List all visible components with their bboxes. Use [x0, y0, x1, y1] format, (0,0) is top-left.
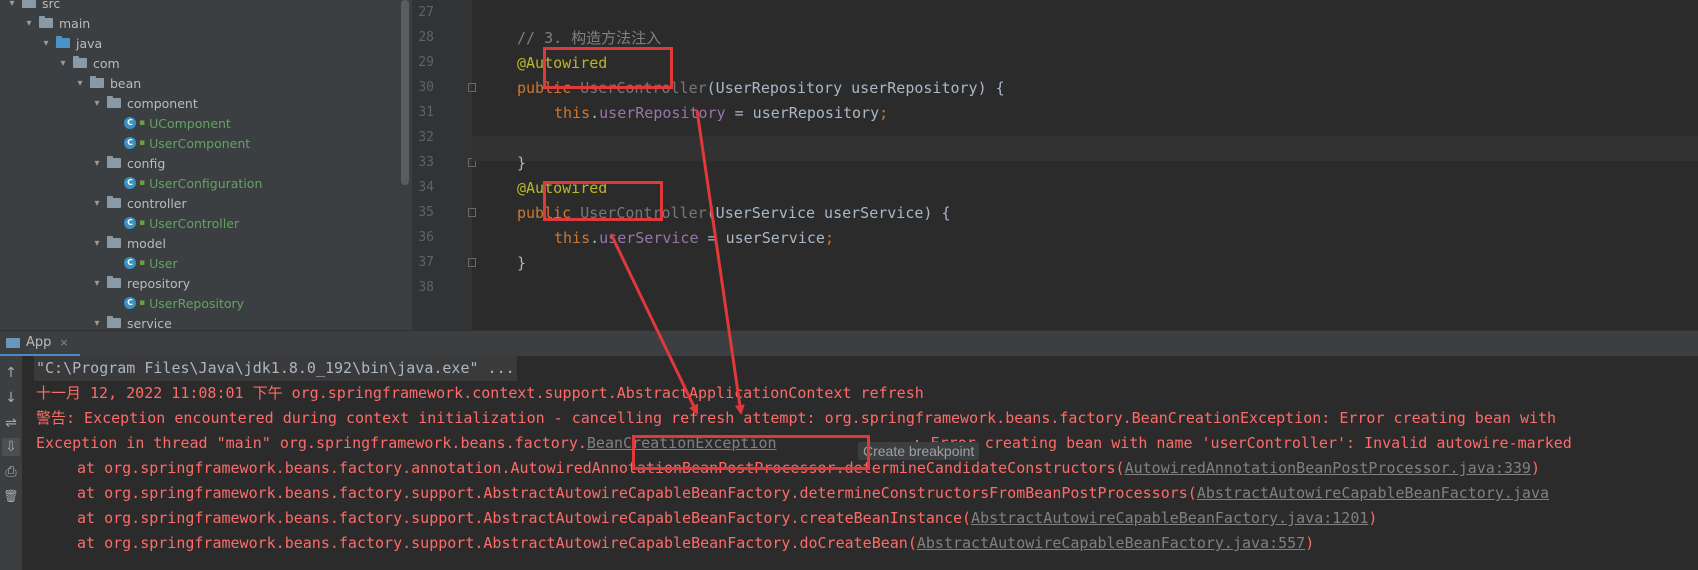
annotation-arrows	[609, 109, 745, 415]
arrow-from-autowired-2	[609, 233, 699, 415]
arrow-from-autowired-1	[695, 109, 745, 415]
